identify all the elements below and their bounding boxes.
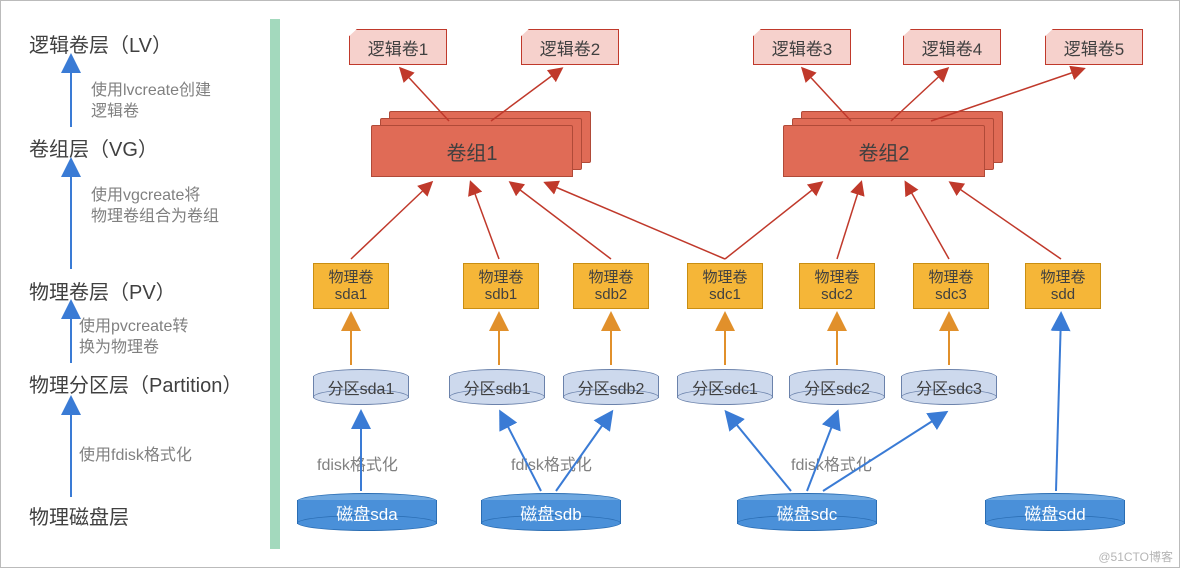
- watermark: @51CTO博客: [1098, 548, 1173, 565]
- pv-box: 物理卷sdb1: [463, 263, 539, 309]
- lv-box-1: 逻辑卷1: [349, 29, 447, 65]
- layer-title-vg: 卷组层（VG）: [29, 133, 158, 162]
- vg-label: 卷组1: [446, 137, 497, 166]
- partition-cylinder: 分区sdc3: [901, 369, 997, 405]
- lv-label: 逻辑卷1: [368, 35, 428, 60]
- layer-note-vg: 使用vgcreate将 物理卷组合为卷组: [91, 186, 219, 228]
- pv-box: 物理卷sdc2: [799, 263, 875, 309]
- fdisk-note: fdisk格式化: [511, 451, 592, 475]
- pv-box: 物理卷sdb2: [573, 263, 649, 309]
- lv-box-3: 逻辑卷3: [753, 29, 851, 65]
- disk-cylinder: 磁盘sda: [297, 493, 437, 531]
- lv-label: 逻辑卷4: [922, 35, 982, 60]
- diagram-frame: 逻辑卷层（LV） 使用lvcreate创建 逻辑卷 卷组层（VG） 使用vgcr…: [0, 0, 1180, 568]
- partition-cylinder: 分区sdb1: [449, 369, 545, 405]
- fdisk-note: fdisk格式化: [317, 451, 398, 475]
- vg-stack-2: 卷组2: [783, 111, 1013, 171]
- layer-title-disk: 物理磁盘层: [29, 501, 129, 530]
- layer-note-lv: 使用lvcreate创建 逻辑卷: [91, 81, 211, 123]
- lv-box-4: 逻辑卷4: [903, 29, 1001, 65]
- layer-title-lv: 逻辑卷层（LV）: [29, 29, 172, 58]
- layer-title-pv: 物理卷层（PV）: [29, 276, 176, 305]
- layer-title-partition: 物理分区层（Partition）: [29, 369, 242, 398]
- partition-cylinder: 分区sdb2: [563, 369, 659, 405]
- disk-cylinder: 磁盘sdc: [737, 493, 877, 531]
- pv-box: 物理卷sdd: [1025, 263, 1101, 309]
- lv-label: 逻辑卷2: [540, 35, 600, 60]
- disk-cylinder: 磁盘sdd: [985, 493, 1125, 531]
- partition-cylinder: 分区sdc1: [677, 369, 773, 405]
- vg-stack-1: 卷组1: [371, 111, 601, 171]
- pv-box: 物理卷sdc1: [687, 263, 763, 309]
- layer-note-pv: 使用pvcreate转 换为物理卷: [79, 317, 188, 359]
- pv-box: 物理卷sda1: [313, 263, 389, 309]
- lv-label: 逻辑卷5: [1064, 35, 1124, 60]
- layer-note-partition: 使用fdisk格式化: [79, 446, 192, 467]
- disk-cylinder: 磁盘sdb: [481, 493, 621, 531]
- vg-label: 卷组2: [858, 137, 909, 166]
- lv-box-5: 逻辑卷5: [1045, 29, 1143, 65]
- pv-box: 物理卷sdc3: [913, 263, 989, 309]
- fdisk-note: fdisk格式化: [791, 451, 872, 475]
- lv-label: 逻辑卷3: [772, 35, 832, 60]
- partition-cylinder: 分区sdc2: [789, 369, 885, 405]
- lv-box-2: 逻辑卷2: [521, 29, 619, 65]
- vertical-divider: [270, 19, 280, 549]
- partition-cylinder: 分区sda1: [313, 369, 409, 405]
